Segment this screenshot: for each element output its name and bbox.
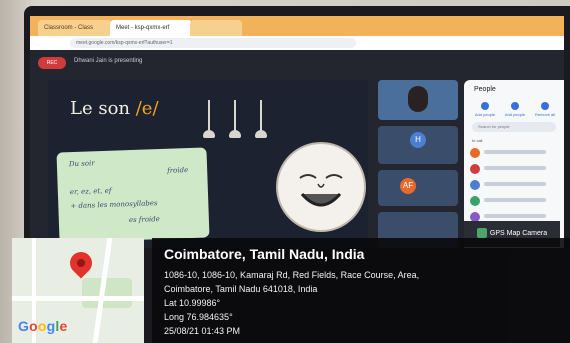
add-people-button[interactable]: Add people (500, 102, 530, 117)
people-name-bar (484, 214, 546, 218)
mini-map: Google (12, 238, 144, 343)
location-city: Coimbatore, Tamil Nadu, India (164, 246, 365, 262)
note-line: es froide (128, 215, 160, 225)
note-line: + dans les monosyllabes (70, 199, 158, 211)
face-sketch-icon (299, 174, 343, 207)
bell-decoration (255, 100, 267, 138)
note-line: froide (167, 166, 189, 175)
recording-pill[interactable]: REC (38, 57, 66, 69)
people-list-item[interactable] (470, 146, 560, 160)
google-logo-letter: o (29, 318, 38, 334)
people-name-bar (484, 166, 546, 170)
person-add-icon (511, 102, 519, 110)
remove-icon (541, 102, 549, 110)
slide-title-sound: /e/ (135, 98, 159, 119)
gps-badge-label: GPS Map Camera (489, 230, 548, 237)
bell-decoration (229, 100, 241, 138)
people-section-label: In call (472, 138, 483, 143)
participant-tiles: H AF (378, 80, 458, 248)
slide-title-word: Le son (70, 98, 130, 119)
google-logo-letter: e (59, 318, 68, 334)
map-park (82, 278, 132, 308)
people-panel-title: People (474, 86, 496, 93)
participant-avatar: H (410, 132, 426, 148)
participant-video-tile[interactable] (378, 80, 458, 120)
meet-window: REC Dhwani Jain is presenting Le son /e/… (30, 50, 564, 248)
location-info-panel: Coimbatore, Tamil Nadu, India 1086-10, 1… (152, 238, 570, 343)
location-address: 1086-10, 1086-10, Kamaraj Rd, Red Fields… (164, 270, 420, 280)
longitude: Long 76.984635° (164, 312, 233, 322)
browser-tab-bar: Classroom - Class Meet - ksp-qxmx-erf (30, 16, 564, 36)
avatar (470, 164, 480, 174)
participant-tile[interactable]: H (378, 126, 458, 164)
location-address: Coimbatore, Tamil Nadu 641018, India (164, 284, 318, 294)
google-logo: Google (18, 318, 67, 334)
participant-tile[interactable]: AF (378, 170, 458, 206)
browser-tab-active[interactable]: Meet - ksp-qxmx-erf (110, 20, 192, 36)
avatar (470, 196, 480, 206)
gps-overlay: Google Coimbatore, Tamil Nadu, India 108… (12, 238, 570, 343)
add-people-button[interactable]: Add people (470, 102, 500, 117)
people-search-input[interactable]: Search for people (472, 122, 556, 132)
google-logo-letter: G (18, 318, 30, 334)
note-line: Du soir (68, 159, 95, 169)
shared-slide: Le son /e/ Du soir froide er, ez, et, ef… (48, 80, 368, 248)
avatar (470, 148, 480, 158)
address-bar[interactable]: meet.google.com/ksp-qxmx-erf?authuser=1 (70, 38, 356, 48)
people-name-bar (484, 198, 546, 202)
people-list-item[interactable] (470, 162, 560, 176)
people-name-bar (484, 182, 546, 186)
timestamp: 25/08/21 01:43 PM (164, 326, 241, 336)
bell-decoration (203, 100, 215, 138)
browser-tab[interactable] (190, 20, 242, 36)
presenting-text: Dhwani Jain is presenting (74, 58, 143, 64)
note-line: er, ez, et, ef (69, 186, 112, 197)
people-list-item[interactable] (470, 194, 560, 208)
location-pin-icon (65, 247, 97, 279)
laptop-screen: Classroom - Class Meet - ksp-qxmx-erf me… (30, 16, 564, 248)
slide-title: Le son /e/ (70, 98, 159, 119)
people-list-item[interactable] (470, 178, 560, 192)
browser-toolbar: meet.google.com/ksp-qxmx-erf?authuser=1 (30, 36, 564, 50)
participant-video (408, 86, 428, 112)
remove-all-button[interactable]: Remove all (530, 102, 560, 117)
latitude: Lat 10.99986° (164, 298, 221, 308)
slide-note-card: Du soir froide er, ez, et, ef + dans les… (56, 147, 210, 243)
participant-avatar: AF (400, 178, 416, 194)
presenting-bar: REC Dhwani Jain is presenting (38, 56, 438, 70)
person-add-icon (481, 102, 489, 110)
smiling-face-drawing (276, 142, 366, 232)
avatar (470, 180, 480, 190)
browser-tab[interactable]: Classroom - Class (38, 20, 112, 36)
gps-camera-icon (476, 228, 487, 239)
google-logo-letter: o (37, 318, 47, 334)
people-name-bar (484, 150, 546, 154)
